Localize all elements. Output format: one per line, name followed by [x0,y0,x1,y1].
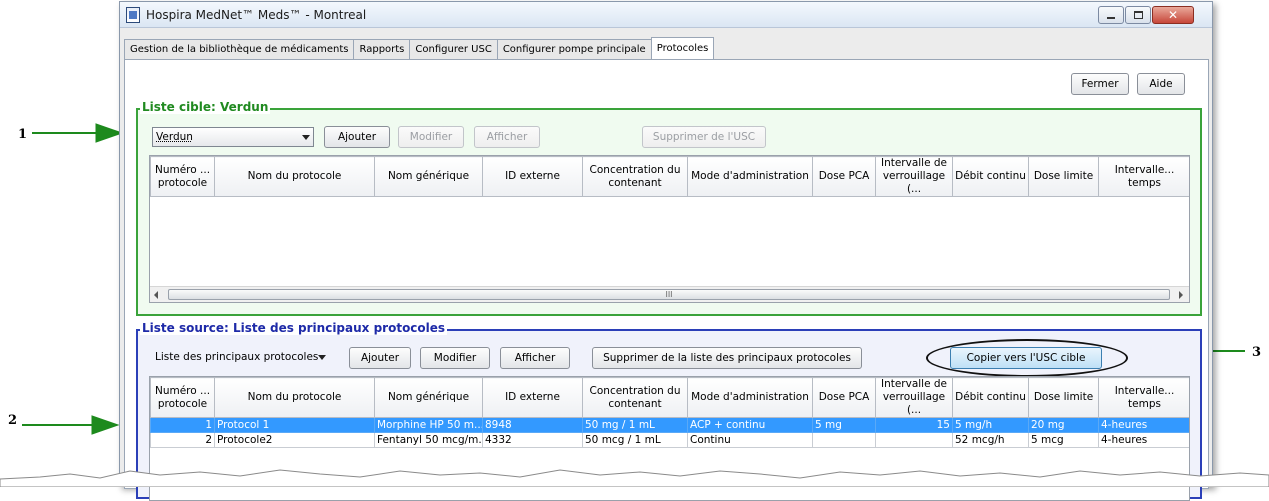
cell-lockout-interval: 15 [876,418,953,433]
tab-protocols[interactable]: Protocoles [651,37,715,60]
close-icon: ✕ [1168,8,1178,22]
callout-2: 2 [8,413,17,428]
cell-generic-name: Fentanyl 50 mcg/m... [375,433,483,448]
col-protocol-number[interactable]: Numéro ... protocole [151,157,215,197]
cell-dose-limit: 5 mcg [1029,433,1099,448]
target-list-title: Liste cible: Verdun [140,100,270,114]
col-pca-dose[interactable]: Dose PCA [813,378,876,418]
target-list-panel: Liste cible: Verdun Verdun Ajouter Modif… [136,108,1202,316]
callout-3: 3 [1252,345,1261,360]
table-row[interactable]: 2 Protocole2 Fentanyl 50 mcg/m... 4332 5… [151,433,1191,448]
col-external-id[interactable]: ID externe [483,378,583,418]
source-list-select[interactable]: Liste des principaux protocoles [152,348,338,368]
target-table: Numéro ... protocole Nom du protocole No… [149,155,1190,303]
col-lockout-interval[interactable]: Intervalle de verrouillage (... [876,378,953,418]
source-remove-button[interactable]: Supprimer de la liste des principaux pro… [592,347,862,369]
cell-concentration: 50 mg / 1 mL [583,418,688,433]
minimize-button[interactable] [1098,6,1124,24]
source-grid: Numéro ... protocole Nom du protocole No… [150,377,1190,448]
target-add-button[interactable]: Ajouter [324,126,390,148]
col-admin-mode[interactable]: Mode d'administration [688,157,813,197]
target-usc-select[interactable]: Verdun [152,127,314,147]
target-usc-select-value: Verdun [156,131,193,143]
cell-external-id: 4332 [483,433,583,448]
app-window: Hospira MedNet™ Meds™ - Montreal ✕ Gesti… [119,1,1213,487]
title-bar: Hospira MedNet™ Meds™ - Montreal ✕ [120,2,1212,28]
minimize-icon [1107,17,1115,19]
col-dose-limit[interactable]: Dose limite [1029,157,1099,197]
col-protocol-name[interactable]: Nom du protocole [215,157,375,197]
cell-continuous-rate: 5 mg/h [953,418,1029,433]
tab-configure-usc[interactable]: Configurer USC [409,39,497,60]
col-pca-dose[interactable]: Dose PCA [813,157,876,197]
cell-dose-limit: 20 mg [1029,418,1099,433]
target-header-row: Numéro ... protocole Nom du protocole No… [151,157,1191,197]
torn-edge [0,457,1269,487]
cell-generic-name: Morphine HP 50 m... [375,418,483,433]
chevron-down-icon [318,355,326,360]
callout-1: 1 [18,127,27,142]
col-continuous-rate[interactable]: Débit continu [953,157,1029,197]
tab-reports[interactable]: Rapports [353,39,410,60]
cell-time-interval: 4-heures [1099,418,1191,433]
torn-edge-fill [0,470,1269,487]
copy-to-target-usc-button[interactable]: Copier vers l'USC cible [950,347,1102,369]
close-button[interactable]: Fermer [1071,73,1129,95]
source-list-select-value: Liste des principaux protocoles [155,351,318,363]
col-time-interval[interactable]: Intervalle... temps [1099,378,1191,418]
cell-time-interval: 4-heures [1099,433,1191,448]
col-generic-name[interactable]: Nom générique [375,378,483,418]
source-view-button[interactable]: Afficher [500,347,570,369]
cell-lockout-interval [876,433,953,448]
window-title: Hospira MedNet™ Meds™ - Montreal [146,8,366,22]
col-lockout-interval[interactable]: Intervalle de verrouillage (... [876,157,953,197]
tab-content: Fermer Aide Liste cible: Verdun Verdun A… [124,59,1209,489]
col-protocol-number[interactable]: Numéro ... protocole [151,378,215,418]
tab-configure-main-pump[interactable]: Configurer pompe principale [497,39,652,60]
col-external-id[interactable]: ID externe [483,157,583,197]
cell-admin-mode: Continu [688,433,813,448]
table-row[interactable]: 1 Protocol 1 Morphine HP 50 m... 8948 50… [151,418,1191,433]
cell-concentration: 50 mcg / 1 mL [583,433,688,448]
tab-bar: Gestion de la bibliothèque de médicament… [124,39,713,59]
cell-pca-dose [813,433,876,448]
col-concentration[interactable]: Concentration du contenant [583,157,688,197]
help-button[interactable]: Aide [1137,73,1185,95]
chevron-down-icon [302,135,310,140]
target-horizontal-scrollbar[interactable]: III [150,286,1189,302]
target-grid: Numéro ... protocole Nom du protocole No… [150,156,1190,197]
source-modify-button[interactable]: Modifier [420,347,490,369]
col-continuous-rate[interactable]: Débit continu [953,378,1029,418]
source-header-row: Numéro ... protocole Nom du protocole No… [151,378,1191,418]
target-remove-button[interactable]: Supprimer de l'USC [642,126,766,148]
cell-protocol-number: 1 [151,418,215,433]
maximize-button[interactable] [1125,6,1151,24]
cell-continuous-rate: 52 mcg/h [953,433,1029,448]
source-add-button[interactable]: Ajouter [349,347,411,369]
cell-pca-dose: 5 mg [813,418,876,433]
col-generic-name[interactable]: Nom générique [375,157,483,197]
scroll-grip-icon: III [665,290,672,299]
tab-drug-library[interactable]: Gestion de la bibliothèque de médicament… [124,39,354,60]
col-admin-mode[interactable]: Mode d'administration [688,378,813,418]
scroll-left-icon[interactable] [154,291,158,299]
cell-external-id: 8948 [483,418,583,433]
close-window-button[interactable]: ✕ [1152,6,1194,24]
source-list-title: Liste source: Liste des principaux proto… [140,321,447,335]
maximize-icon [1134,11,1143,19]
cell-admin-mode: ACP + continu [688,418,813,433]
col-protocol-name[interactable]: Nom du protocole [215,378,375,418]
scroll-right-icon[interactable] [1179,291,1183,299]
cell-protocol-name: Protocole2 [215,433,375,448]
cell-protocol-number: 2 [151,433,215,448]
col-concentration[interactable]: Concentration du contenant [583,378,688,418]
col-time-interval[interactable]: Intervalle... temps [1099,157,1191,197]
col-dose-limit[interactable]: Dose limite [1029,378,1099,418]
cell-protocol-name: Protocol 1 [215,418,375,433]
arrow-2-head [92,416,118,434]
target-modify-button[interactable]: Modifier [398,126,464,148]
target-scroll-thumb[interactable]: III [168,289,1170,300]
app-icon [126,7,140,23]
target-view-button[interactable]: Afficher [474,126,540,148]
